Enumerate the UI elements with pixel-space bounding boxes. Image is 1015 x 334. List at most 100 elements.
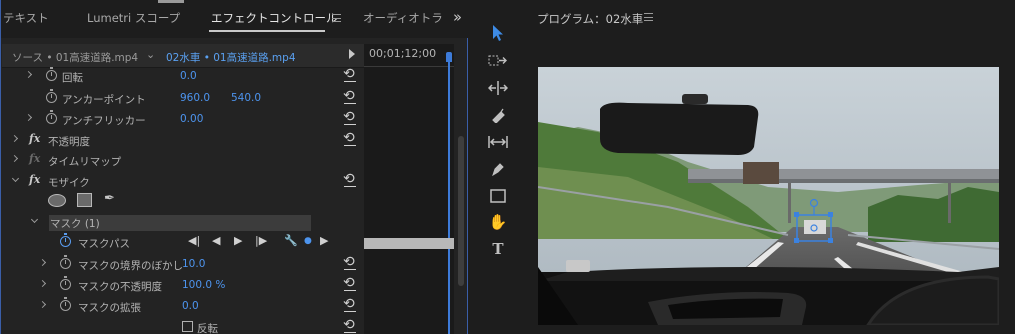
chevron-right-icon[interactable]: [24, 70, 33, 79]
reset-icon[interactable]: [343, 275, 357, 292]
scrollbar-thumb[interactable]: [458, 136, 464, 286]
tab-effect-controls[interactable]: エフェクトコントロール: [211, 10, 338, 26]
tab-text[interactable]: テキスト: [3, 10, 49, 26]
panel-tab-bar: テキスト Lumetri スコープ エフェクトコントロール オーディオトラ ››: [1, 0, 469, 38]
chevron-down-icon[interactable]: ⌄: [146, 48, 155, 61]
rectangle-tool-icon[interactable]: [484, 183, 512, 209]
chevron-down-icon[interactable]: [30, 215, 39, 224]
program-monitor-panel: プログラム：02水車: [527, 0, 1015, 334]
mask-path-label: マスクパス: [78, 238, 130, 250]
tools-panel: ✋ T: [470, 0, 526, 334]
chevron-right-icon[interactable]: [10, 154, 19, 163]
hand-tool-icon[interactable]: ✋: [484, 209, 512, 235]
chevron-right-icon[interactable]: [38, 279, 47, 288]
program-video-frame[interactable]: [538, 67, 999, 325]
track-backward-button[interactable]: ◀: [212, 234, 220, 247]
stopwatch-icon[interactable]: [46, 67, 57, 81]
row-inverted: 反転: [2, 317, 364, 334]
antiflicker-value[interactable]: 0.00: [180, 113, 203, 125]
reset-icon[interactable]: [343, 171, 357, 188]
fx-icon: fx: [29, 152, 41, 165]
reset-icon[interactable]: [343, 317, 357, 334]
source-label: ソース • 01高速道路.mp4: [12, 52, 139, 64]
tab-drag-accent: [158, 0, 184, 3]
stopwatch-icon[interactable]: [46, 89, 57, 103]
sequence-clip-selector[interactable]: 02水車 • 01高速道路.mp4: [166, 50, 296, 65]
play-icon[interactable]: [349, 49, 355, 59]
type-tool-icon[interactable]: T: [484, 236, 512, 262]
anchor-x-value[interactable]: 960.0: [180, 92, 210, 104]
stopwatch-icon[interactable]: [60, 255, 71, 269]
opacity-label: 不透明度: [48, 136, 90, 148]
mask-feather-value[interactable]: 10.0: [182, 258, 205, 270]
slip-tool-icon[interactable]: [484, 129, 512, 155]
playhead-handle[interactable]: [446, 52, 452, 62]
stopwatch-icon[interactable]: [60, 233, 71, 247]
reset-icon[interactable]: [343, 296, 357, 313]
reset-icon[interactable]: [343, 254, 357, 271]
pen-mask-icon[interactable]: ✒: [104, 191, 115, 206]
razor-tool-icon[interactable]: [484, 102, 512, 128]
panel-menu-icon[interactable]: [332, 14, 341, 22]
track-next-keyframe-button[interactable]: |▶: [255, 234, 267, 247]
reset-icon[interactable]: [343, 88, 357, 105]
fx-icon[interactable]: fx: [29, 132, 40, 145]
next-keyframe-icon[interactable]: ▶: [320, 234, 328, 247]
source-sequence-row: ソース • 01高速道路.mp4 ⌄ 02水車 • 01高速道路.mp4: [2, 44, 364, 68]
pen-tool-icon[interactable]: [484, 156, 512, 182]
row-rotation: 回転 0.0: [2, 66, 364, 87]
ripple-edit-tool-icon[interactable]: [484, 75, 512, 101]
reset-icon[interactable]: [343, 109, 357, 126]
mask-opacity-label: マスクの不透明度: [78, 281, 162, 293]
reset-icon[interactable]: [343, 130, 357, 147]
mask-label[interactable]: マスク (1): [50, 216, 100, 231]
wrench-icon[interactable]: 🔧: [284, 234, 298, 247]
row-anchor-point: アンカーポイント 960.0 540.0: [2, 88, 364, 109]
row-mask-shapes: ✒: [2, 191, 364, 212]
program-monitor-title[interactable]: プログラム：02水車: [537, 11, 643, 27]
chevron-down-icon[interactable]: [11, 174, 20, 183]
tab-lumetri-scopes[interactable]: Lumetri スコープ: [87, 10, 180, 26]
chevron-right-icon[interactable]: [38, 300, 47, 309]
ellipse-mask-icon[interactable]: [48, 194, 66, 207]
row-mask-expansion: マスクの拡張 0.0: [2, 296, 364, 317]
reset-icon[interactable]: [343, 66, 357, 83]
stopwatch-icon[interactable]: [46, 110, 57, 124]
row-mask-path: マスクパス ◀| ◀ ▶ |▶ 🔧 ● ▶: [2, 232, 364, 253]
effect-controls-panel: テキスト Lumetri スコープ エフェクトコントロール オーディオトラ ››…: [0, 0, 469, 334]
vertical-scrollbar[interactable]: [455, 44, 467, 334]
rectangle-mask-icon[interactable]: [77, 193, 92, 207]
panel-menu-icon[interactable]: [644, 13, 653, 21]
fx-icon[interactable]: fx: [29, 173, 40, 186]
mask-opacity-value[interactable]: 100.0 %: [182, 279, 225, 291]
track-forward-button[interactable]: ▶: [234, 234, 242, 247]
time-ruler: [364, 66, 454, 67]
effect-timeline[interactable]: 00;01;12;00: [364, 44, 454, 334]
tab-overflow-icon[interactable]: ››: [453, 8, 462, 26]
chevron-right-icon[interactable]: [38, 258, 47, 267]
keyframe-toggle-icon[interactable]: ●: [304, 236, 312, 246]
rotation-value[interactable]: 0.0: [180, 70, 197, 82]
row-mosaic: fx モザイク: [2, 171, 364, 192]
antiflicker-label: アンチフリッカー: [62, 115, 146, 127]
mask-feather-label: マスクの境界のぼかし: [78, 260, 183, 272]
active-tab-underline: [209, 30, 325, 32]
inverted-label: 反転: [197, 323, 218, 334]
playhead-line: [448, 62, 450, 334]
mask-path-keyframe-bar[interactable]: [364, 238, 454, 249]
timecode-readout: 00;01;12;00: [369, 47, 437, 60]
mask-expansion-value[interactable]: 0.0: [182, 300, 199, 312]
chevron-right-icon[interactable]: [10, 134, 19, 143]
track-select-tool-icon[interactable]: [484, 48, 512, 74]
selection-tool-icon[interactable]: [484, 20, 512, 46]
anchor-y-value[interactable]: 540.0: [231, 92, 261, 104]
rotation-label: 回転: [62, 72, 83, 84]
stopwatch-icon[interactable]: [60, 297, 71, 311]
chevron-right-icon[interactable]: [24, 113, 33, 122]
row-mask: マスク (1): [2, 212, 364, 233]
stopwatch-icon[interactable]: [60, 276, 71, 290]
highway-video-image: [538, 67, 999, 325]
tab-audio-track[interactable]: オーディオトラ: [363, 10, 443, 26]
track-prev-keyframe-button[interactable]: ◀|: [188, 234, 200, 247]
inverted-checkbox[interactable]: [182, 321, 193, 332]
